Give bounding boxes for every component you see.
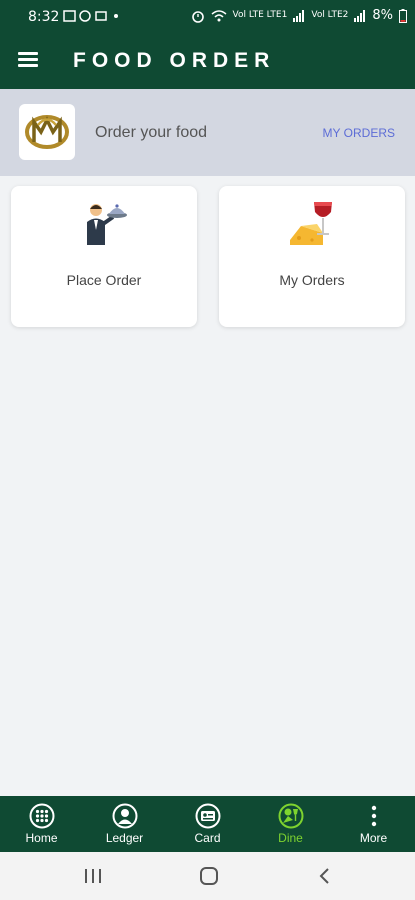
app-bar: FOOD ORDER — [0, 33, 415, 89]
bottom-nav: Home Ledger Card Dine More — [0, 796, 415, 852]
person-icon — [112, 803, 138, 829]
wine-cheese-icon — [287, 200, 337, 250]
back-button-icon[interactable] — [317, 866, 331, 891]
wifi-icon — [211, 9, 227, 21]
nav-card-label: Card — [194, 831, 221, 845]
more-icon — [361, 803, 387, 829]
grid-icon — [29, 803, 55, 829]
waiter-icon — [79, 200, 129, 250]
network-label-1: Vol LTE LTE1 — [232, 10, 288, 20]
home-button-icon[interactable] — [199, 866, 219, 891]
dine-icon — [278, 803, 304, 829]
network-label-2: Vol LTE2 — [311, 10, 349, 20]
status-right: Vol LTE LTE1 Vol LTE2 8% — [191, 8, 407, 23]
page-title: FOOD ORDER — [73, 49, 276, 72]
status-bar: 8:32 Vol LTE LTE1 Vol LTE2 8% — [0, 0, 415, 33]
nav-dine[interactable]: Dine — [249, 796, 332, 852]
recent-apps-icon[interactable] — [84, 866, 102, 891]
alarm-icon — [191, 10, 204, 23]
my-orders-link[interactable]: MY ORDERS — [323, 126, 395, 140]
nav-more-label: More — [359, 831, 388, 845]
club-logo — [19, 104, 75, 160]
nav-dine-label: Dine — [278, 831, 303, 845]
battery-level: 8% — [372, 8, 393, 23]
nav-card[interactable]: Card — [166, 796, 249, 852]
header-strip: Order your food MY ORDERS — [0, 89, 415, 176]
header-text: Order your food — [95, 124, 208, 141]
battery-icon — [399, 8, 407, 23]
notification-icons — [62, 9, 122, 26]
nav-home[interactable]: Home — [0, 796, 83, 852]
nav-ledger[interactable]: Ledger — [83, 796, 166, 852]
signal-icon — [293, 9, 305, 22]
nav-ledger-label: Ledger — [105, 831, 144, 845]
hamburger-menu-icon[interactable] — [18, 52, 40, 70]
place-order-card[interactable]: Place Order — [11, 186, 197, 327]
card-icon — [195, 803, 221, 829]
nav-more[interactable]: More — [332, 796, 415, 852]
signal-icon-2 — [354, 9, 366, 22]
my-orders-card[interactable]: My Orders — [219, 186, 405, 327]
place-order-label: Place Order — [66, 272, 142, 288]
my-orders-label: My Orders — [279, 272, 345, 288]
system-nav-bar — [0, 852, 415, 900]
status-time: 8:32 — [28, 9, 60, 25]
nav-home-label: Home — [25, 831, 58, 845]
